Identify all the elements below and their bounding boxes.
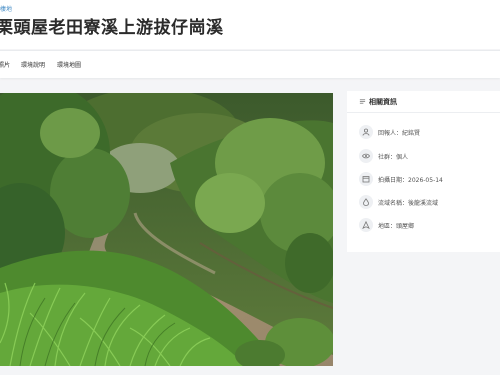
tab-bar: 照片 環境說明 環境地圖: [0, 50, 500, 78]
info-community-text: 社群：個人: [378, 154, 409, 161]
info-reporter-text: 回報人：紀銘賢: [378, 130, 421, 137]
info-row-date: 拍攝日期：2026-05-14: [359, 172, 499, 186]
tab-photos[interactable]: 照片: [0, 60, 10, 69]
info-row-watershed: 流域名稱：後龍溪流域: [359, 195, 499, 209]
info-region-text: 地區：頭屋鄉: [378, 223, 415, 230]
page-title: 栗頭屋老田寮溪上游拔仔崗溪: [0, 18, 224, 38]
location-icon: [359, 218, 373, 232]
info-row-region: 地區：頭屋鄉: [359, 218, 499, 232]
info-row-reporter: 回報人：紀銘賢: [359, 125, 499, 139]
related-info-header: 相關資訊: [347, 91, 500, 113]
info-list-icon: [359, 99, 366, 104]
breadcrumb[interactable]: 棲地: [0, 4, 12, 13]
related-info-card: 相關資訊 回報人：紀銘賢 社群：個人 拍攝日期：2026-05-14 流域名稱：…: [347, 91, 500, 252]
eye-icon: [359, 149, 373, 163]
page-header: 棲地 栗頭屋老田寮溪上游拔仔崗溪: [0, 0, 500, 49]
related-info-title: 相關資訊: [369, 98, 397, 106]
info-date-text: 拍攝日期：2026-05-14: [378, 177, 443, 184]
tab-map[interactable]: 環境地圖: [57, 60, 81, 69]
habitat-photo: [0, 93, 333, 366]
tab-description[interactable]: 環境說明: [21, 60, 45, 69]
info-watershed-text: 流域名稱：後龍溪流域: [378, 200, 439, 207]
user-icon: [359, 125, 373, 139]
water-drop-icon: [359, 195, 373, 209]
calendar-icon: [359, 172, 373, 186]
info-row-community: 社群：個人: [359, 149, 499, 163]
